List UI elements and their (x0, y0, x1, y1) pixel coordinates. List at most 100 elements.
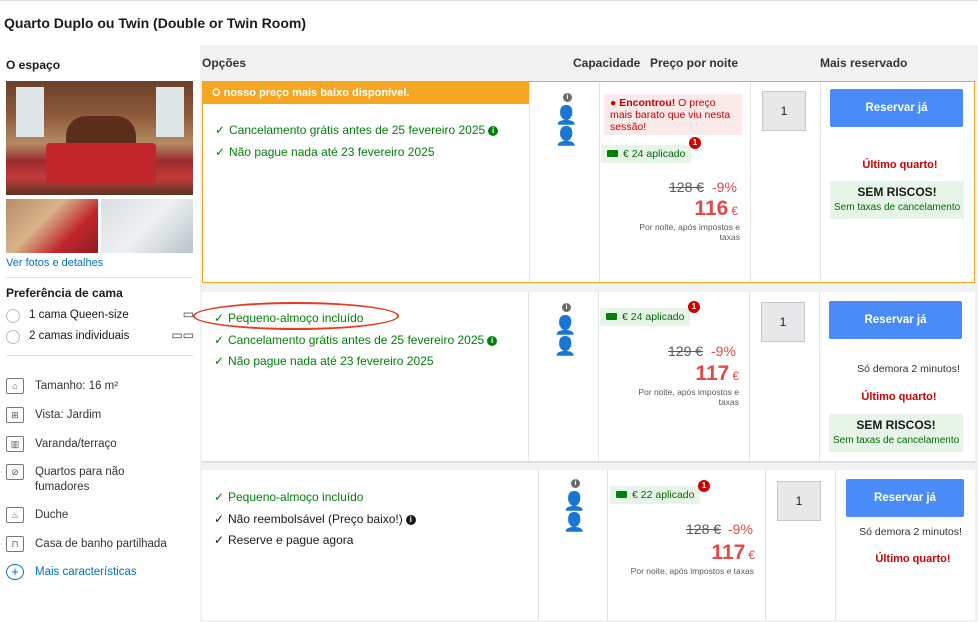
no-risk-box: SEM RISCOS! Sem taxas de cancelamento (829, 414, 963, 452)
room-thumbnail-bathroom[interactable] (101, 199, 193, 253)
bed-option-label: 2 camas individuais (29, 330, 130, 342)
ticket-icon (616, 491, 627, 498)
bed-option-twin[interactable]: 2 camas individuais ▭▭ (6, 328, 194, 346)
check-icon: ✓ (214, 533, 225, 547)
no-risk-box: SEM RISCOS! Sem taxas de cancelamento (830, 181, 964, 219)
plus-icon: + (6, 564, 24, 580)
discount-applied-tag[interactable]: € 24 aplicado (601, 145, 692, 163)
check-icon: ✓ (214, 354, 225, 368)
feature-label: Casa de banho partilhada (35, 538, 167, 550)
non-refundable-condition: ✓ Não reembolsável (Preço baixo!) i (214, 511, 416, 527)
bed-preference-heading: Preferência de cama (6, 286, 123, 300)
photos-details-link[interactable]: Ver fotos e detalhes (6, 257, 103, 269)
no-smoking-icon: ⊘ (6, 464, 24, 480)
info-icon[interactable]: i (488, 126, 499, 136)
final-price: 117 € (711, 541, 755, 564)
radio-button[interactable] (6, 309, 20, 323)
bed-option-queen[interactable]: 1 cama Queen-size ▭ (6, 307, 194, 325)
info-icon: i (563, 93, 572, 102)
feature-label: Duche (35, 509, 69, 521)
info-icon: i (571, 479, 580, 488)
shower-icon: ♨ (6, 507, 24, 523)
divider (6, 277, 193, 278)
no-risk-subtitle: Sem taxas de cancelamento (833, 435, 960, 446)
last-room-notice: Último quarto! (862, 159, 938, 171)
info-icon[interactable]: i (405, 515, 416, 525)
lowest-price-found-notice: ● Encontrou! O preço mais barato que viu… (604, 94, 742, 135)
options-header: Opções (202, 56, 247, 70)
price-header: Preço por noite (650, 56, 739, 70)
two-persons-icon: 👤👤 (554, 315, 576, 356)
room-details-sidebar: O espaço Ver fotos e detalhes Preferênci… (0, 45, 200, 622)
pay-now-condition: ✓ Reserve e pague agora (214, 533, 354, 547)
no-risk-title: SEM RISCOS! (856, 418, 936, 432)
no-risk-title: SEM RISCOS! (857, 185, 937, 199)
rate-option-3: ✓ Pequeno-almoço incluído ✓ Não reembolsáv… (202, 470, 975, 620)
discount-applied-tag[interactable]: € 24 aplicado (600, 308, 691, 326)
check-icon: ✓ (214, 333, 225, 347)
found-icon: ● (610, 97, 620, 109)
price-note: Por noite, após impostos e taxas (638, 387, 739, 407)
last-room-notice: Último quarto! (861, 391, 937, 403)
bed-option-label: 1 cama Queen-size (29, 309, 129, 321)
check-icon: ✓ (215, 123, 226, 137)
final-price: 116 € (694, 197, 738, 220)
original-price: 128 € (669, 179, 705, 195)
garden-view-icon: ⊞ (6, 407, 24, 423)
notification-badge: 1 (698, 480, 710, 492)
table-header: Opções Capacidade Preço por noite Mais r… (200, 45, 978, 81)
breakfast-highlight-annotation (193, 302, 399, 330)
price-note: Por noite, após impostos e taxas (639, 222, 740, 242)
price-note: Por noite, após impostos e taxas (630, 566, 754, 576)
check-icon: ✓ (215, 145, 226, 159)
room-options-page: Quarto Duplo ou Twin (Double or Twin Roo… (0, 0, 978, 622)
breakfast-included-condition: ✓ Pequeno-almoço incluído (214, 490, 364, 504)
balcony-icon: ▥ (6, 436, 24, 452)
reserve-button[interactable]: Reservar já (846, 479, 964, 517)
room-title: Quarto Duplo ou Twin (Double or Twin Roo… (4, 15, 306, 31)
last-room-notice: Último quarto! (875, 553, 951, 565)
feature-non-smoking: ⊘ Quartos para não fumadores (6, 464, 194, 496)
notification-badge: 1 (689, 137, 701, 149)
discount-percent: -9% (711, 343, 736, 359)
check-icon: ✓ (214, 490, 225, 504)
room-quantity-select[interactable]: 1 (777, 481, 821, 521)
two-persons-icon: 👤👤 (563, 491, 585, 532)
info-icon[interactable]: i (487, 336, 498, 346)
original-price: 128 € (686, 521, 722, 537)
pay-later-condition: ✓ Não pague nada até 23 fevereiro 2025 (214, 354, 434, 368)
size-icon: ⌂ (6, 378, 24, 394)
capacity-header: Capacidade (573, 56, 641, 70)
feature-label: Quartos para não fumadores (35, 466, 125, 493)
feature-label: Varanda/terraço (35, 438, 117, 450)
twin-beds-icon: ▭▭ (171, 328, 194, 342)
room-header: Quarto Duplo ou Twin (Double or Twin Roo… (0, 0, 978, 45)
most-booked-header: Mais reservado (820, 56, 908, 70)
rate-option-1: O nosso preço mais baixo disponível. ✓ Ca… (202, 81, 975, 283)
free-cancellation-condition: ✓ Cancelamento grátis antes de 25 feverei… (214, 332, 498, 348)
pay-later-condition: ✓ Não pague nada até 23 fevereiro 2025 (215, 145, 435, 159)
radio-button[interactable] (6, 330, 20, 344)
room-quantity-select[interactable]: 1 (761, 302, 805, 342)
time-to-book-notice: Só demora 2 minutos! (857, 363, 960, 375)
time-to-book-notice: Só demora 2 minutos! (859, 526, 962, 538)
feature-label: Vista: Jardim (35, 409, 102, 421)
notification-badge: 1 (688, 301, 700, 313)
no-risk-subtitle: Sem taxas de cancelamento (834, 202, 961, 213)
room-thumbnail-bedroom[interactable] (6, 199, 98, 253)
room-main-photo[interactable] (6, 81, 193, 195)
ticket-icon (607, 150, 618, 157)
room-quantity-select[interactable]: 1 (762, 91, 806, 131)
feature-label: Tamanho: 16 m² (35, 380, 119, 392)
reserve-button[interactable]: Reservar já (829, 301, 962, 339)
discount-applied-tag[interactable]: € 22 aplicado (610, 486, 701, 504)
shared-bathroom-icon: ⊓ (6, 536, 24, 552)
info-icon: i (562, 303, 571, 312)
check-icon: ✓ (214, 512, 225, 526)
discount-percent: -9% (728, 521, 753, 537)
more-features-label[interactable]: Mais características (35, 565, 137, 580)
reserve-button[interactable]: Reservar já (830, 89, 963, 127)
rate-option-2: ✓ Pequeno-almoço incluído ✓ Cancelamento g… (193, 292, 975, 463)
final-price: 117 € (695, 362, 739, 385)
original-price: 129 € (668, 343, 704, 359)
